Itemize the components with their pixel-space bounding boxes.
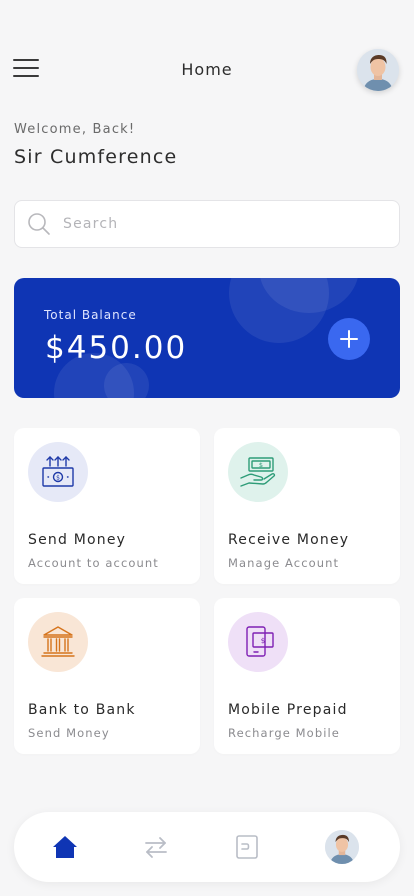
- card-title: Send Money: [28, 532, 127, 548]
- home-icon: [53, 836, 77, 858]
- receive-money-card[interactable]: $ Receive Money Manage Account: [214, 428, 400, 584]
- bottom-nav: [14, 812, 400, 882]
- wallet-icon: [236, 835, 258, 859]
- card-subtitle: Recharge Mobile: [228, 726, 340, 740]
- send-money-icon: $: [28, 442, 88, 502]
- transfer-icon: [145, 837, 167, 858]
- card-subtitle: Account to account: [28, 556, 159, 570]
- svg-text:$: $: [259, 461, 263, 469]
- balance-label: Total Balance: [44, 308, 137, 322]
- profile-avatar[interactable]: [325, 830, 359, 864]
- card-title: Bank to Bank: [28, 702, 136, 718]
- page-title: Home: [181, 60, 233, 79]
- svg-text:$: $: [56, 475, 60, 482]
- nav-home[interactable]: [47, 829, 83, 865]
- bank-to-bank-card[interactable]: Bank to Bank Send Money: [14, 598, 200, 754]
- card-subtitle: Send Money: [28, 726, 110, 740]
- balance-card: Total Balance $450.00: [14, 278, 400, 398]
- nav-wallet[interactable]: [229, 829, 265, 865]
- receive-money-icon: $: [228, 442, 288, 502]
- plus-icon: [340, 330, 358, 348]
- svg-text:$: $: [261, 637, 265, 645]
- search-icon: [28, 213, 50, 235]
- user-name: Sir Cumference: [14, 146, 178, 168]
- card-title: Mobile Prepaid: [228, 702, 348, 718]
- balance-amount: $450.00: [45, 330, 188, 366]
- user-avatar[interactable]: [357, 49, 399, 91]
- card-subtitle: Manage Account: [228, 556, 340, 570]
- send-money-card[interactable]: $ Send Money Account to account: [14, 428, 200, 584]
- search-input[interactable]: [63, 201, 383, 247]
- welcome-text: Welcome, Back!: [14, 122, 136, 137]
- card-title: Receive Money: [228, 532, 350, 548]
- search-bar[interactable]: [14, 200, 400, 248]
- mobile-prepaid-icon: $: [228, 612, 288, 672]
- mobile-prepaid-card[interactable]: $ Mobile Prepaid Recharge Mobile: [214, 598, 400, 754]
- app-header: Home: [0, 46, 414, 94]
- nav-transfer[interactable]: [138, 829, 174, 865]
- bank-icon: [28, 612, 88, 672]
- add-balance-button[interactable]: [328, 318, 370, 360]
